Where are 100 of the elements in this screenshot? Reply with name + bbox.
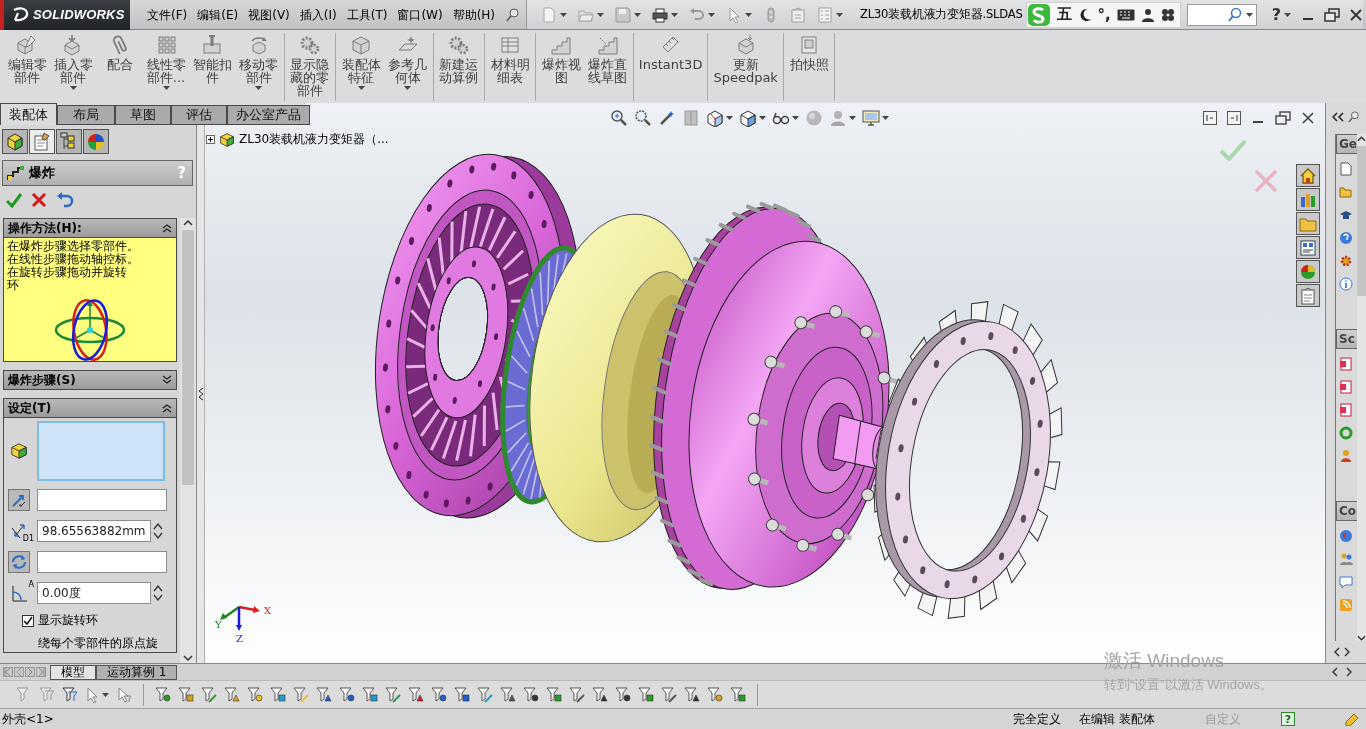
funnel-icon[interactable]	[62, 686, 78, 703]
double-chevron-icon[interactable]	[162, 403, 172, 413]
chevron-up-icon[interactable]	[183, 220, 193, 226]
scrollbar-thumb[interactable]	[182, 230, 194, 485]
caret-icon[interactable]	[560, 12, 568, 17]
command-button[interactable]: 移动零部件	[235, 33, 282, 101]
task-pane-tab[interactable]	[1296, 284, 1320, 307]
close-icon[interactable]	[1349, 7, 1364, 22]
pushpin-icon[interactable]	[506, 7, 521, 22]
question-icon[interactable]	[1339, 231, 1353, 245]
panel-tab[interactable]	[83, 129, 109, 154]
funnel-icon[interactable]	[362, 686, 378, 703]
caret-icon[interactable]	[708, 12, 716, 17]
panel-tab[interactable]	[29, 129, 55, 154]
command-button[interactable]: 编辑零部件	[4, 33, 51, 101]
caret-icon[interactable]	[849, 116, 856, 120]
cube-icon[interactable]	[739, 109, 757, 127]
input-field[interactable]: 0.00度	[37, 582, 151, 604]
search-field[interactable]	[1186, 3, 1257, 26]
figure-icon[interactable]	[1339, 449, 1353, 463]
funnel-icon[interactable]	[661, 686, 677, 703]
task-pane-section-header[interactable]: Co	[1336, 501, 1357, 521]
restore-icon[interactable]	[1275, 111, 1291, 125]
funnel-icon[interactable]	[339, 686, 355, 703]
scrollbar[interactable]	[1357, 134, 1366, 641]
tile-left-icon[interactable]	[1203, 111, 1217, 125]
tile-right-icon[interactable]	[1227, 111, 1241, 125]
pencil-tag-icon[interactable]	[1344, 712, 1360, 726]
people-icon[interactable]	[1339, 552, 1353, 566]
scrollbar-thumb[interactable]	[1357, 146, 1366, 296]
funnel-icon[interactable]	[270, 686, 286, 703]
caret-icon[interactable]	[836, 12, 844, 17]
command-tab[interactable]: 评估	[171, 105, 227, 125]
funnel-icon[interactable]	[546, 686, 562, 703]
clipboard-icon[interactable]	[790, 6, 807, 23]
funnel-icon[interactable]	[592, 686, 608, 703]
section-header[interactable]: 设定(T)	[3, 398, 177, 418]
input-field[interactable]	[37, 489, 167, 511]
caret-icon[interactable]	[792, 116, 799, 120]
checkbox[interactable]	[22, 614, 34, 627]
wand-icon[interactable]	[658, 109, 676, 127]
double-chevron-icon[interactable]	[162, 375, 172, 385]
ime-mode-text[interactable]: 五	[1056, 5, 1072, 24]
section-header[interactable]: 爆炸步骤(S)	[3, 370, 177, 390]
panel-tab[interactable]	[56, 129, 82, 154]
checkmark-icon[interactable]	[6, 192, 22, 208]
command-button[interactable]: 插入零部件	[50, 33, 97, 101]
command-button[interactable]: 显示隐藏的零部件	[286, 33, 334, 101]
input-field[interactable]	[37, 551, 167, 573]
command-button[interactable]: 爆炸视图	[538, 33, 585, 101]
selection-list-field[interactable]	[37, 421, 165, 481]
checklist-icon[interactable]	[817, 6, 834, 23]
command-button[interactable]: 更新Speedpak	[710, 33, 781, 101]
funnel-icon[interactable]	[638, 686, 654, 703]
double-chevron-icon[interactable]	[162, 223, 172, 233]
task-pane-tab[interactable]	[1296, 212, 1320, 235]
caret-icon[interactable]	[634, 12, 642, 17]
spin-down-icon[interactable]	[153, 594, 163, 602]
funnel-icon[interactable]	[454, 686, 470, 703]
funnel-icon[interactable]	[569, 686, 585, 703]
chevron-up-icon[interactable]	[1357, 136, 1366, 142]
cap-icon[interactable]	[1339, 208, 1353, 222]
ring-icon[interactable]	[1339, 426, 1353, 440]
ime-logo-icon[interactable]	[1026, 2, 1051, 27]
funnel-icon[interactable]	[431, 686, 447, 703]
command-tab[interactable]: 装配体	[0, 103, 57, 125]
monitor-icon[interactable]	[862, 109, 880, 127]
command-tab[interactable]: 布局	[57, 105, 115, 125]
caret-icon[interactable]	[597, 12, 605, 17]
funnel-icon[interactable]	[615, 686, 631, 703]
pushpin-icon[interactable]	[1348, 111, 1360, 123]
command-tab[interactable]: 草图	[115, 105, 171, 125]
double-chevron-left-icon[interactable]	[1332, 112, 1344, 122]
menu-item[interactable]: 编辑(E)	[192, 0, 244, 29]
command-button[interactable]: 参考几何体	[384, 33, 431, 101]
section-header[interactable]: 操作方法(H):	[3, 218, 177, 238]
command-button[interactable]: 新建运动算例	[435, 33, 482, 101]
gear-icon[interactable]	[1339, 254, 1353, 268]
funnel-icon[interactable]	[316, 686, 332, 703]
caret-icon[interactable]	[759, 116, 766, 120]
command-button[interactable]: 线性零部件...	[142, 33, 190, 101]
spin-down-icon[interactable]	[153, 532, 163, 540]
task-pane-tab[interactable]	[1296, 188, 1320, 211]
person-icon[interactable]	[1140, 7, 1155, 22]
funnel-icon[interactable]	[523, 686, 539, 703]
cube-arrow-icon[interactable]	[706, 109, 724, 127]
command-button[interactable]: 装配体特征	[338, 33, 385, 101]
task-pane-tab[interactable]	[1296, 260, 1320, 283]
panel-tab[interactable]	[2, 129, 28, 154]
caret-icon[interactable]	[671, 12, 679, 17]
document-icon[interactable]	[1339, 357, 1353, 371]
menu-item[interactable]: 帮助(H)	[447, 0, 501, 29]
restore-icon[interactable]	[1324, 7, 1341, 22]
funnel-icon[interactable]	[707, 686, 723, 703]
input-field[interactable]: 98.65563882mm	[37, 520, 151, 542]
chevron-down-icon[interactable]	[183, 655, 193, 661]
cursor-funnel-icon[interactable]	[116, 686, 132, 703]
menu-item[interactable]: 文件(F)	[142, 0, 193, 29]
command-button[interactable]: 智能扣件	[189, 33, 236, 101]
caret-icon[interactable]	[882, 116, 889, 120]
